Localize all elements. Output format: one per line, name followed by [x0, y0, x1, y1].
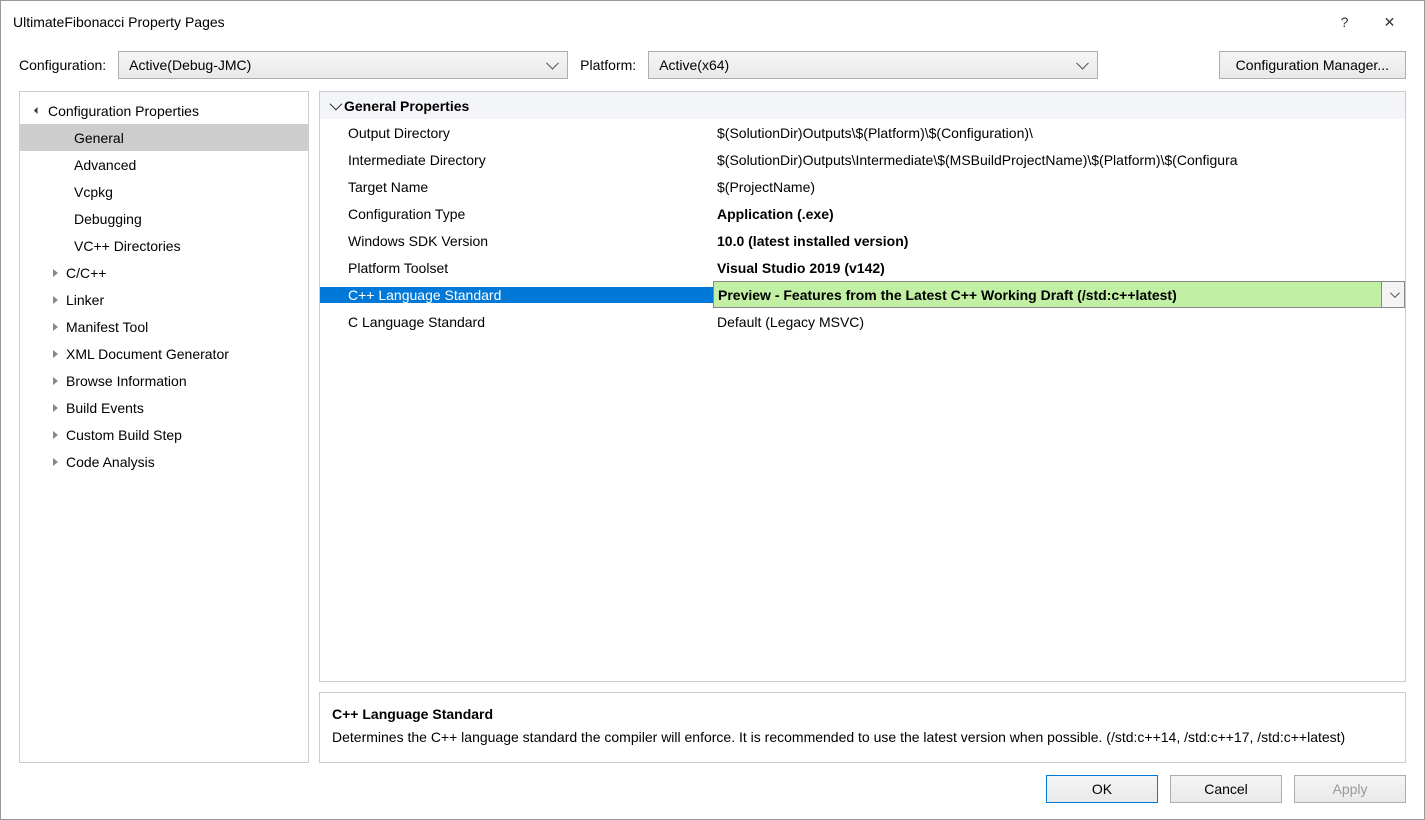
tree-item[interactable]: Debugging [20, 205, 308, 232]
ok-button[interactable]: OK [1046, 775, 1158, 803]
platform-dropdown[interactable]: Active(x64) [648, 51, 1098, 79]
platform-value: Active(x64) [659, 57, 729, 73]
tree-item[interactable]: VC++ Directories [20, 232, 308, 259]
titlebar: UltimateFibonacci Property Pages ? ✕ [1, 1, 1424, 43]
tree-item[interactable]: XML Document Generator [20, 340, 308, 367]
chevron-right-icon [48, 296, 62, 304]
help-icon: ? [1341, 14, 1349, 30]
property-label: Intermediate Directory [320, 152, 713, 168]
property-label: Platform Toolset [320, 260, 713, 276]
grid-header-label: General Properties [344, 98, 469, 114]
chevron-right-icon [48, 404, 62, 412]
toolbar: Configuration: Active(Debug-JMC) Platfor… [1, 43, 1424, 91]
chevron-right-icon [48, 458, 62, 466]
property-grid: General Properties Output Directory$(Sol… [319, 91, 1406, 682]
tree-item[interactable]: Custom Build Step [20, 421, 308, 448]
property-label: C++ Language Standard [320, 287, 713, 303]
property-row[interactable]: Intermediate Directory$(SolutionDir)Outp… [320, 146, 1405, 173]
property-label: Windows SDK Version [320, 233, 713, 249]
chevron-down-icon [30, 108, 44, 113]
configuration-dropdown[interactable]: Active(Debug-JMC) [118, 51, 568, 79]
window-title: UltimateFibonacci Property Pages [13, 14, 1322, 30]
cancel-button[interactable]: Cancel [1170, 775, 1282, 803]
chevron-down-icon [1390, 288, 1400, 298]
property-value[interactable]: 10.0 (latest installed version) [713, 227, 1405, 254]
chevron-down-icon [324, 101, 344, 110]
tree-item-label: Linker [66, 292, 104, 308]
tree-root[interactable]: Configuration Properties [20, 97, 308, 124]
property-label: Configuration Type [320, 206, 713, 222]
tree-item-label: Vcpkg [74, 184, 113, 200]
property-label: C Language Standard [320, 314, 713, 330]
chevron-right-icon [48, 350, 62, 358]
grid-section-header[interactable]: General Properties [320, 92, 1405, 119]
chevron-right-icon [48, 323, 62, 331]
tree-item-label: Code Analysis [66, 454, 155, 470]
configuration-value: Active(Debug-JMC) [129, 57, 251, 73]
tree-item[interactable]: Linker [20, 286, 308, 313]
property-label: Output Directory [320, 125, 713, 141]
property-value[interactable]: Preview - Features from the Latest C++ W… [713, 281, 1405, 308]
property-value[interactable]: Application (.exe) [713, 200, 1405, 227]
property-value[interactable]: $(ProjectName) [713, 173, 1405, 200]
tree-item[interactable]: C/C++ [20, 259, 308, 286]
chevron-right-icon [48, 269, 62, 277]
tree-item[interactable]: Build Events [20, 394, 308, 421]
property-value[interactable]: Visual Studio 2019 (v142) [713, 254, 1405, 281]
tree-item-label: Manifest Tool [66, 319, 148, 335]
tree-item-label: General [74, 130, 124, 146]
chevron-right-icon [48, 431, 62, 439]
tree-item[interactable]: Vcpkg [20, 178, 308, 205]
tree-item-label: Custom Build Step [66, 427, 182, 443]
platform-label: Platform: [580, 57, 636, 73]
apply-button: Apply [1294, 775, 1406, 803]
tree-item[interactable]: Manifest Tool [20, 313, 308, 340]
tree-item[interactable]: Browse Information [20, 367, 308, 394]
property-row[interactable]: Platform ToolsetVisual Studio 2019 (v142… [320, 254, 1405, 281]
close-icon: ✕ [1384, 14, 1396, 31]
chevron-right-icon [48, 377, 62, 385]
tree-item-label: Browse Information [66, 373, 187, 389]
configuration-label: Configuration: [19, 57, 106, 73]
property-row[interactable]: Target Name$(ProjectName) [320, 173, 1405, 200]
property-row[interactable]: Windows SDK Version10.0 (latest installe… [320, 227, 1405, 254]
description-text: Determines the C++ language standard the… [332, 726, 1393, 748]
tree-root-label: Configuration Properties [48, 103, 199, 119]
description-title: C++ Language Standard [332, 703, 1393, 725]
tree-item-label: Advanced [74, 157, 136, 173]
close-button[interactable]: ✕ [1367, 7, 1412, 37]
tree-item-label: C/C++ [66, 265, 106, 281]
dialog-footer: OK Cancel Apply [1, 763, 1424, 819]
property-value[interactable]: Default (Legacy MSVC) [713, 308, 1405, 335]
tree-item[interactable]: General [20, 124, 308, 151]
tree-item-label: Debugging [74, 211, 142, 227]
description-panel: C++ Language Standard Determines the C++… [319, 692, 1406, 763]
property-row[interactable]: Output Directory$(SolutionDir)Outputs\$(… [320, 119, 1405, 146]
tree-item[interactable]: Code Analysis [20, 448, 308, 475]
configuration-manager-button[interactable]: Configuration Manager... [1219, 51, 1406, 79]
tree-item-label: Build Events [66, 400, 144, 416]
property-value[interactable]: $(SolutionDir)Outputs\$(Platform)\$(Conf… [713, 119, 1405, 146]
property-label: Target Name [320, 179, 713, 195]
tree-item-label: XML Document Generator [66, 346, 229, 362]
property-row[interactable]: C Language StandardDefault (Legacy MSVC) [320, 308, 1405, 335]
tree-item[interactable]: Advanced [20, 151, 308, 178]
tree-item-label: VC++ Directories [74, 238, 181, 254]
nav-tree[interactable]: Configuration Properties General Advanced… [19, 91, 309, 763]
property-row[interactable]: C++ Language StandardPreview - Features … [320, 281, 1405, 308]
property-row[interactable]: Configuration TypeApplication (.exe) [320, 200, 1405, 227]
help-button[interactable]: ? [1322, 7, 1367, 37]
property-value[interactable]: $(SolutionDir)Outputs\Intermediate\$(MSB… [713, 146, 1405, 173]
